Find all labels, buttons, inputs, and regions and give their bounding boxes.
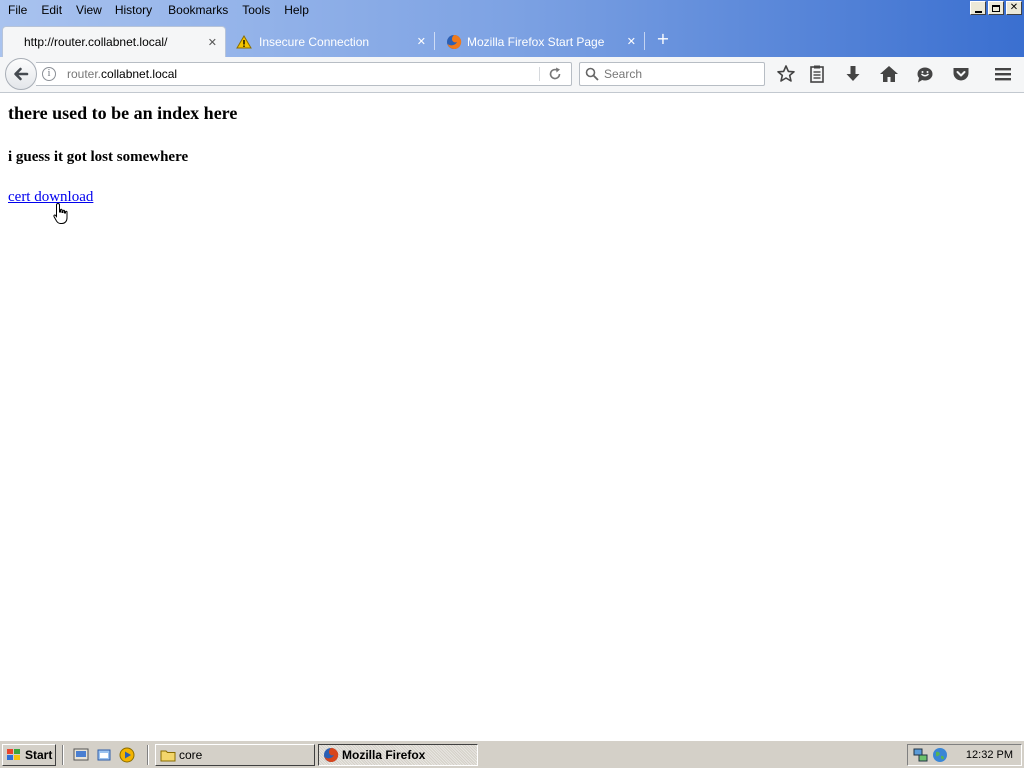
back-button[interactable] [5,58,37,90]
url-divider [539,67,540,81]
close-tab-icon[interactable]: ✕ [208,36,217,49]
downloads-icon[interactable] [843,64,863,84]
window-controls: ✕ [970,1,1022,15]
tab-label: Insecure Connection [259,34,370,49]
reload-icon[interactable] [547,66,563,82]
task-core-folder[interactable]: core [155,744,315,766]
tab-separator [434,32,435,50]
show-desktop-icon[interactable] [73,747,89,763]
search-bar[interactable] [579,62,765,86]
search-icon [585,67,599,81]
firefox-icon [447,34,462,49]
menu-history[interactable]: History [110,0,160,20]
pocket-icon[interactable] [951,64,971,84]
reading-list-icon[interactable] [807,64,827,84]
menu-view[interactable]: View [70,0,110,20]
menu-tools[interactable]: Tools [236,0,278,20]
close-tab-icon[interactable]: ✕ [417,35,426,48]
restore-button[interactable] [988,1,1004,15]
tab-separator [644,32,645,50]
tab-strip: http://router.collabnet.local/ ✕ Insecur… [0,20,1024,57]
start-label: Start [25,748,53,762]
firefox-icon [324,747,339,762]
globe-icon[interactable] [932,747,948,763]
minimize-icon [974,10,982,13]
task-label: core [179,748,203,762]
url-domain: collabnet.local [101,67,178,81]
media-player-icon[interactable] [119,747,135,763]
home-icon[interactable] [879,64,899,84]
tab-label: http://router.collabnet.local/ [24,35,168,49]
menu-icon[interactable] [993,64,1013,84]
info-icon[interactable]: i [42,67,56,81]
navigation-toolbar: i router.collabnet.local [0,57,1024,93]
page-content: there used to be an index here i guess i… [0,94,1024,740]
menu-help[interactable]: Help [278,0,317,20]
title-bar: File Edit View History Bookmarks Tools H… [0,0,1024,20]
close-icon: ✕ [1009,2,1019,13]
taskbar: Start core Mozilla Firefox 12:32 PM [0,740,1024,768]
back-arrow-icon [14,67,29,81]
url-text[interactable]: router.collabnet.local [67,63,177,85]
system-tray: 12:32 PM [907,744,1022,766]
network-icon[interactable] [913,747,929,763]
page-heading: there used to be an index here [8,103,238,123]
search-input[interactable] [604,65,759,83]
taskbar-separator [62,745,64,765]
plus-icon: + [656,29,670,48]
warning-icon [236,34,252,48]
tab-label: Mozilla Firefox Start Page [467,34,605,49]
close-tab-icon[interactable]: ✕ [627,35,636,48]
tab-router[interactable]: http://router.collabnet.local/ ✕ [2,26,226,57]
new-tab-button[interactable]: + [654,30,672,48]
windows-logo-icon [7,749,20,760]
tab-firefox-start[interactable]: Mozilla Firefox Start Page ✕ [436,26,644,57]
menu-bar: File Edit View History Bookmarks Tools H… [0,0,317,20]
menu-file[interactable]: File [0,0,35,20]
url-bar[interactable]: i router.collabnet.local [36,62,572,86]
start-button[interactable]: Start [2,744,56,766]
task-label: Mozilla Firefox [342,748,426,762]
folder-icon [160,750,176,762]
minimize-button[interactable] [970,1,986,15]
url-prefix: router. [67,67,102,81]
page-subheading: i guess it got lost somewhere [8,149,189,165]
hello-icon[interactable] [915,64,935,84]
restore-icon [992,4,1000,12]
hand-cursor-icon [53,202,68,224]
close-button[interactable]: ✕ [1006,1,1022,15]
clock: 12:32 PM [965,749,1013,761]
cert-download-link[interactable]: cert download [8,189,93,206]
bookmark-star-icon[interactable] [776,64,796,84]
menu-bookmarks[interactable]: Bookmarks [160,0,236,20]
menu-edit[interactable]: Edit [35,0,70,20]
task-mozilla-firefox[interactable]: Mozilla Firefox [318,744,478,766]
tab-insecure-connection[interactable]: Insecure Connection ✕ [226,26,434,57]
taskbar-separator [147,745,149,765]
explorer-icon[interactable] [96,747,112,763]
